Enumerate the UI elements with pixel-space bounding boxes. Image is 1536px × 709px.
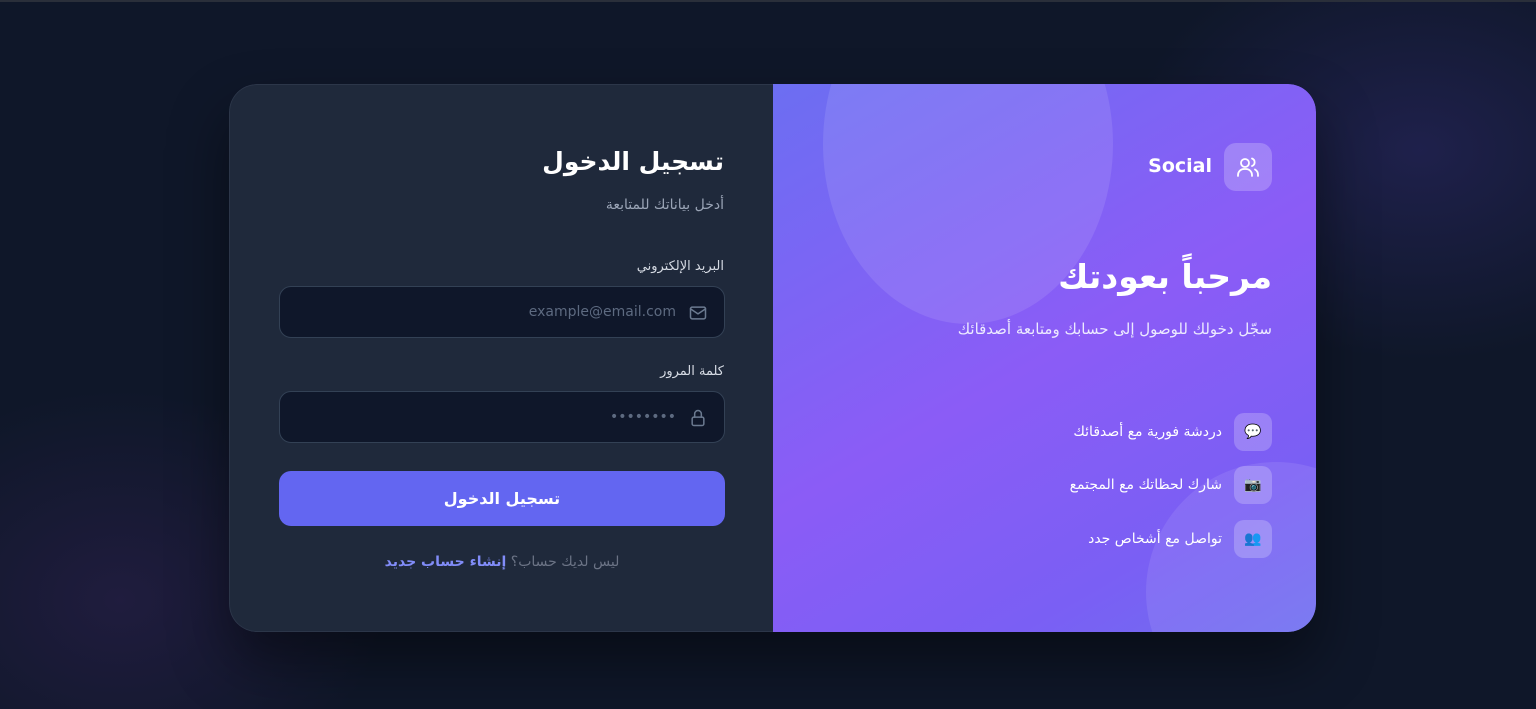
brand-name: Social [1148, 155, 1212, 177]
login-button[interactable]: تسجيل الدخول [279, 471, 725, 526]
brand-panel: Social مرحباً بعودتك سجّل دخولك للوصول إ… [773, 84, 1316, 632]
chat-bubble-icon: 💬 [1234, 413, 1272, 451]
feature-text: دردشة فورية مع أصدقائك [1073, 424, 1222, 440]
password-field[interactable] [316, 392, 676, 442]
no-account-text: ليس لديك حساب؟ [510, 554, 620, 570]
feature-text: تواصل مع أشخاص جدد [1088, 531, 1222, 547]
login-form-panel: تسجيل الدخول أدخل بياناتك للمتابعة البري… [229, 84, 773, 632]
password-label: كلمة المرور [660, 364, 724, 379]
page-subtitle: أدخل بياناتك للمتابعة [605, 197, 724, 213]
welcome-subtitle: سجّل دخولك للوصول إلى حسابك ومتابعة أصدق… [957, 320, 1272, 338]
feature-item: 👥 تواصل مع أشخاص جدد [1088, 520, 1272, 558]
page-title: تسجيل الدخول [542, 147, 724, 176]
email-label: البريد الإلكتروني [636, 259, 724, 274]
email-field-wrapper [279, 286, 725, 338]
signup-row: ليس لديك حساب؟ إنشاء حساب جديد [230, 554, 774, 570]
lock-icon [691, 409, 705, 427]
email-field[interactable] [316, 287, 676, 337]
feature-item: 💬 دردشة فورية مع أصدقائك [1073, 413, 1272, 451]
feature-item: 📷 شارك لحظاتك مع المجتمع [1070, 466, 1272, 504]
signup-link[interactable]: إنشاء حساب جديد [385, 554, 507, 570]
login-card: تسجيل الدخول أدخل بياناتك للمتابعة البري… [229, 84, 1316, 632]
users-icon [1237, 157, 1259, 177]
people-icon: 👥 [1234, 520, 1272, 558]
camera-icon: 📷 [1234, 466, 1272, 504]
welcome-title: مرحباً بعودتك [1058, 257, 1272, 296]
mail-icon [689, 306, 707, 320]
window-top-border [0, 0, 1536, 2]
logo [1224, 143, 1272, 191]
feature-text: شارك لحظاتك مع المجتمع [1069, 477, 1222, 493]
password-field-wrapper [279, 391, 725, 443]
